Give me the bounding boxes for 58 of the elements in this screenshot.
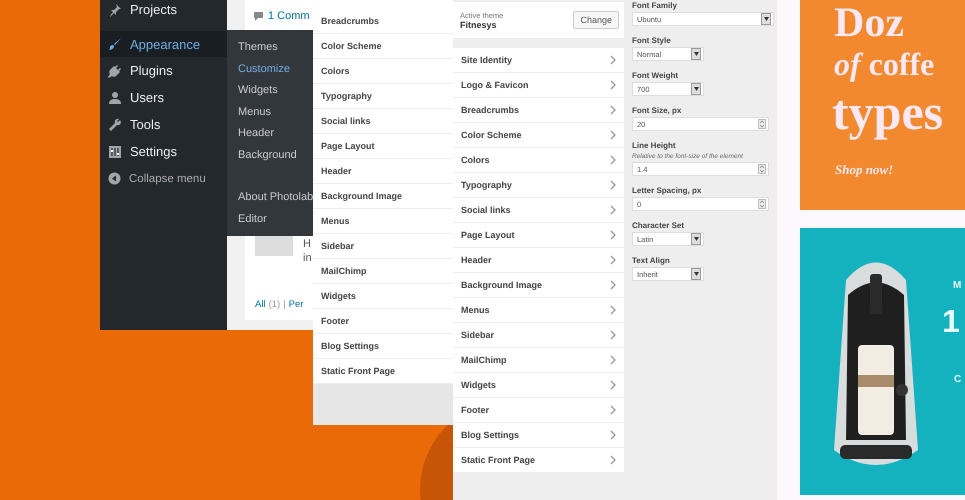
banner-text: 1 — [942, 302, 960, 340]
chevron-right-icon — [610, 55, 616, 65]
menu-item[interactable]: Projects — [100, 0, 227, 23]
field-label: Letter Spacing, px — [632, 185, 702, 197]
separator: | — [283, 299, 286, 310]
chevron-right-icon — [610, 455, 616, 465]
chevron-right-icon — [610, 130, 616, 140]
plug-icon — [108, 64, 122, 78]
chevron-right-icon — [610, 430, 616, 440]
chevron-right-icon — [610, 405, 616, 415]
filter-link[interactable]: Per — [288, 299, 304, 310]
chevron-right-icon — [610, 80, 616, 90]
chevron-right-icon — [610, 180, 616, 190]
spinner-icon — [758, 164, 766, 174]
menu-item[interactable]: Appearance — [100, 31, 227, 57]
comment-excerpt: in — [303, 252, 312, 264]
sliders-icon — [108, 144, 122, 158]
menu-item[interactable]: Settings — [100, 138, 227, 165]
chevron-right-icon — [610, 105, 616, 115]
field-label: Font Style — [632, 35, 672, 47]
headline-text: Doz — [834, 0, 905, 46]
field-label: Font Weight — [632, 70, 680, 82]
field-label: Text Align — [632, 255, 671, 267]
filter-count: (1) — [268, 299, 280, 310]
chevron-right-icon — [610, 255, 616, 265]
comments-link[interactable]: 1 Comm — [268, 10, 310, 22]
field-label: Font Family — [632, 0, 678, 12]
chevron-right-icon — [610, 155, 616, 165]
field-label: Line Height — [632, 140, 677, 152]
headline-text: types — [832, 83, 944, 142]
chevron-right-icon — [610, 280, 616, 290]
collapse-menu-button[interactable]: Collapse menu — [100, 165, 227, 192]
paintbrush-icon — [108, 37, 122, 51]
user-icon — [108, 90, 122, 104]
banner-text: C — [954, 374, 962, 385]
chevron-right-icon — [610, 205, 616, 215]
banner-text: M — [953, 280, 962, 291]
headline-text: of coffe — [834, 46, 936, 82]
chevron-right-icon — [610, 355, 616, 365]
field-label: Character Set — [632, 220, 686, 232]
change-button[interactable]: Change — [573, 11, 619, 29]
spinner-icon — [758, 199, 766, 209]
filter-link[interactable]: All — [255, 299, 266, 310]
wrench-icon — [108, 118, 122, 132]
menu-item[interactable]: Tools — [100, 111, 227, 138]
theme-name: Fitnesys — [460, 20, 498, 30]
chevron-right-icon — [610, 305, 616, 315]
chevron-right-icon — [610, 230, 616, 240]
comment-author: H — [303, 238, 311, 250]
spinner-icon — [758, 119, 766, 129]
menu-item[interactable]: Users — [100, 84, 227, 111]
field-label: Font Size, px — [632, 105, 682, 117]
pushpin-icon — [108, 2, 122, 16]
chevron-right-icon — [610, 380, 616, 390]
speech-bubble-icon — [253, 10, 264, 22]
menu-item[interactable]: Plugins — [100, 57, 227, 84]
collapse-icon — [108, 172, 121, 185]
chevron-right-icon — [610, 330, 616, 340]
